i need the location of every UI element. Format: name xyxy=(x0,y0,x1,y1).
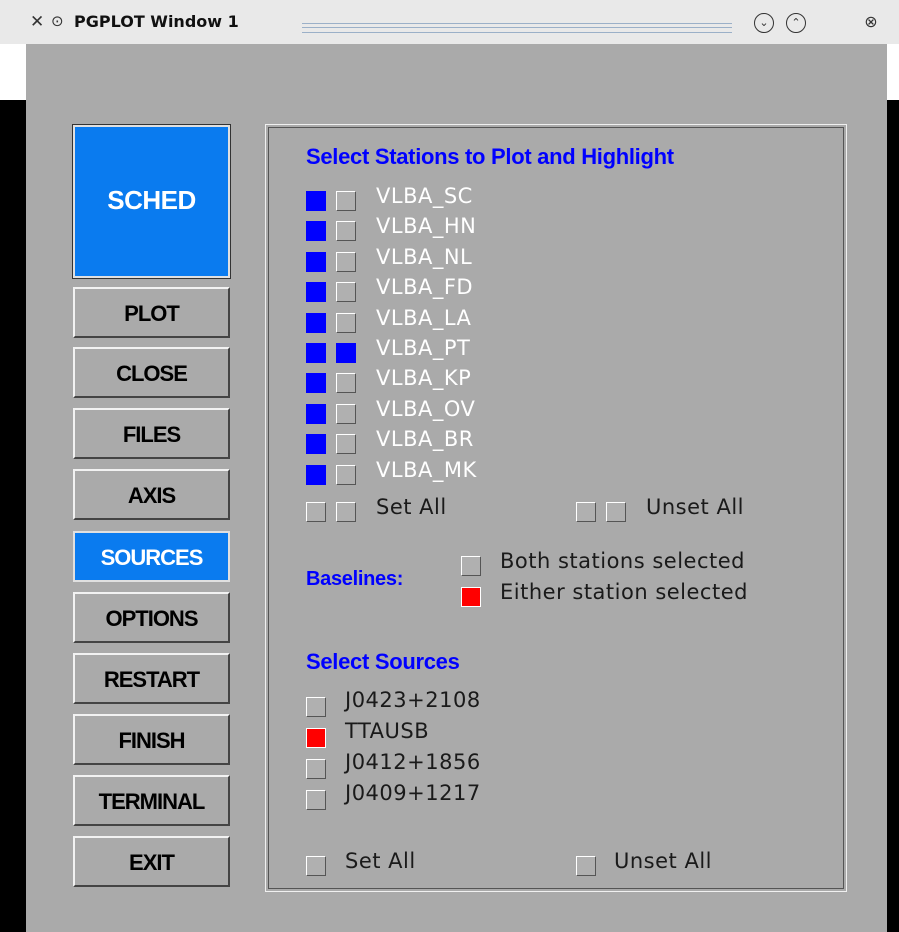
source-label: J0409+1217 xyxy=(345,781,481,805)
sched-logo-label: SCHED xyxy=(107,185,196,215)
plot-button-label: PLOT xyxy=(124,301,180,326)
station-highlight-checkbox[interactable] xyxy=(336,434,356,455)
station-label: VLBA_MK xyxy=(376,457,477,482)
source-label: J0423+2108 xyxy=(345,688,481,712)
desktop-strip-right xyxy=(887,44,899,100)
station-highlight-checkbox[interactable] xyxy=(336,464,356,485)
terminal-button[interactable]: TERMINAL xyxy=(73,775,230,826)
station-label: VLBA_PT xyxy=(376,336,471,360)
sched-logo-button[interactable]: SCHED xyxy=(72,124,231,279)
station-highlight-checkbox[interactable] xyxy=(336,312,356,333)
sources-set-all-checkbox[interactable] xyxy=(306,856,326,876)
options-button-label: OPTIONS xyxy=(105,606,198,631)
close-button-label: CLOSE xyxy=(116,361,188,386)
station-label: VLBA_LA xyxy=(376,305,472,330)
station-highlight-checkbox[interactable] xyxy=(336,343,356,363)
exit-button-label: EXIT xyxy=(129,850,175,875)
station-plot-checkbox[interactable] xyxy=(306,464,326,485)
station-highlight-checkbox[interactable] xyxy=(336,282,356,303)
window-menu-icon[interactable]: ⊙ xyxy=(51,12,64,30)
plot-button[interactable]: PLOT xyxy=(73,287,230,338)
station-plot-checkbox[interactable] xyxy=(306,403,326,424)
station-label: VLBA_BR xyxy=(376,427,474,452)
station-plot-checkbox[interactable] xyxy=(306,312,326,333)
title-bar-divider xyxy=(302,23,732,33)
files-button[interactable]: FILES xyxy=(73,408,230,459)
baselines-label: Baselines: xyxy=(306,568,404,590)
stations-set-all-label: Set All xyxy=(376,495,447,519)
source-label: TTAUSB xyxy=(345,719,430,743)
exit-button[interactable]: EXIT xyxy=(73,836,230,887)
sources-unset-all-label: Unset All xyxy=(614,849,712,873)
source-checkbox[interactable] xyxy=(306,790,326,810)
source-checkbox[interactable] xyxy=(306,728,326,748)
restart-button[interactable]: RESTART xyxy=(73,653,230,704)
app-icon: ✕ xyxy=(30,12,45,32)
station-plot-checkbox[interactable] xyxy=(306,191,326,211)
station-plot-checkbox[interactable] xyxy=(306,282,326,303)
station-label: VLBA_OV xyxy=(376,396,476,421)
set-all-plot-checkbox[interactable] xyxy=(306,502,326,522)
desktop-strip-left xyxy=(0,44,26,100)
station-label: VLBA_KP xyxy=(376,366,472,391)
baseline-either-label: Either station selected xyxy=(500,580,748,604)
station-label: VLBA_SC xyxy=(376,184,473,208)
stations-unset-all-label: Unset All xyxy=(646,495,744,519)
files-button-label: FILES xyxy=(122,422,181,447)
sources-button[interactable]: SOURCES xyxy=(73,531,230,582)
minimize-icon[interactable]: ⌄ xyxy=(754,13,774,33)
baseline-both-checkbox[interactable] xyxy=(461,556,481,576)
axis-button[interactable]: AXIS xyxy=(73,469,230,520)
station-plot-checkbox[interactable] xyxy=(306,373,326,394)
station-label: VLBA_HN xyxy=(376,214,477,239)
station-highlight-checkbox[interactable] xyxy=(336,221,356,242)
stations-heading: Select Stations to Plot and Highlight xyxy=(306,144,674,169)
station-plot-checkbox[interactable] xyxy=(306,434,326,455)
sources-button-label: SOURCES xyxy=(100,545,204,570)
station-label: VLBA_FD xyxy=(376,275,474,300)
station-highlight-checkbox[interactable] xyxy=(336,251,356,272)
restart-button-label: RESTART xyxy=(103,667,200,692)
finish-button-label: FINISH xyxy=(118,728,185,753)
station-highlight-checkbox[interactable] xyxy=(336,373,356,394)
baseline-both-label: Both stations selected xyxy=(500,549,746,573)
sources-unset-all-checkbox[interactable] xyxy=(576,856,596,876)
close-button[interactable]: CLOSE xyxy=(73,347,230,398)
station-highlight-checkbox[interactable] xyxy=(336,403,356,424)
baseline-either-checkbox[interactable] xyxy=(461,587,481,607)
close-icon[interactable]: ⊗ xyxy=(862,13,880,31)
station-plot-checkbox[interactable] xyxy=(306,221,326,242)
maximize-icon[interactable]: ⌃ xyxy=(786,13,806,33)
sources-heading: Select Sources xyxy=(306,649,460,674)
station-plot-checkbox[interactable] xyxy=(306,343,326,363)
window-title: PGPLOT Window 1 xyxy=(74,12,239,31)
station-plot-checkbox[interactable] xyxy=(306,251,326,272)
unset-all-plot-checkbox[interactable] xyxy=(576,502,596,522)
source-checkbox[interactable] xyxy=(306,759,326,779)
title-bar-inner: ✕ ⊙ PGPLOT Window 1 ⌄ ⌃ ⊗ xyxy=(0,0,899,45)
station-highlight-checkbox[interactable] xyxy=(336,191,356,211)
finish-button[interactable]: FINISH xyxy=(73,714,230,765)
source-checkbox[interactable] xyxy=(306,697,326,717)
set-all-highlight-checkbox[interactable] xyxy=(336,502,356,522)
axis-button-label: AXIS xyxy=(127,483,176,508)
station-label: VLBA_NL xyxy=(376,244,473,269)
unset-all-highlight-checkbox[interactable] xyxy=(606,502,626,522)
sources-set-all-label: Set All xyxy=(345,849,416,873)
source-label: J0412+1856 xyxy=(345,750,481,774)
options-button[interactable]: OPTIONS xyxy=(73,592,230,643)
terminal-button-label: TERMINAL xyxy=(98,789,206,814)
